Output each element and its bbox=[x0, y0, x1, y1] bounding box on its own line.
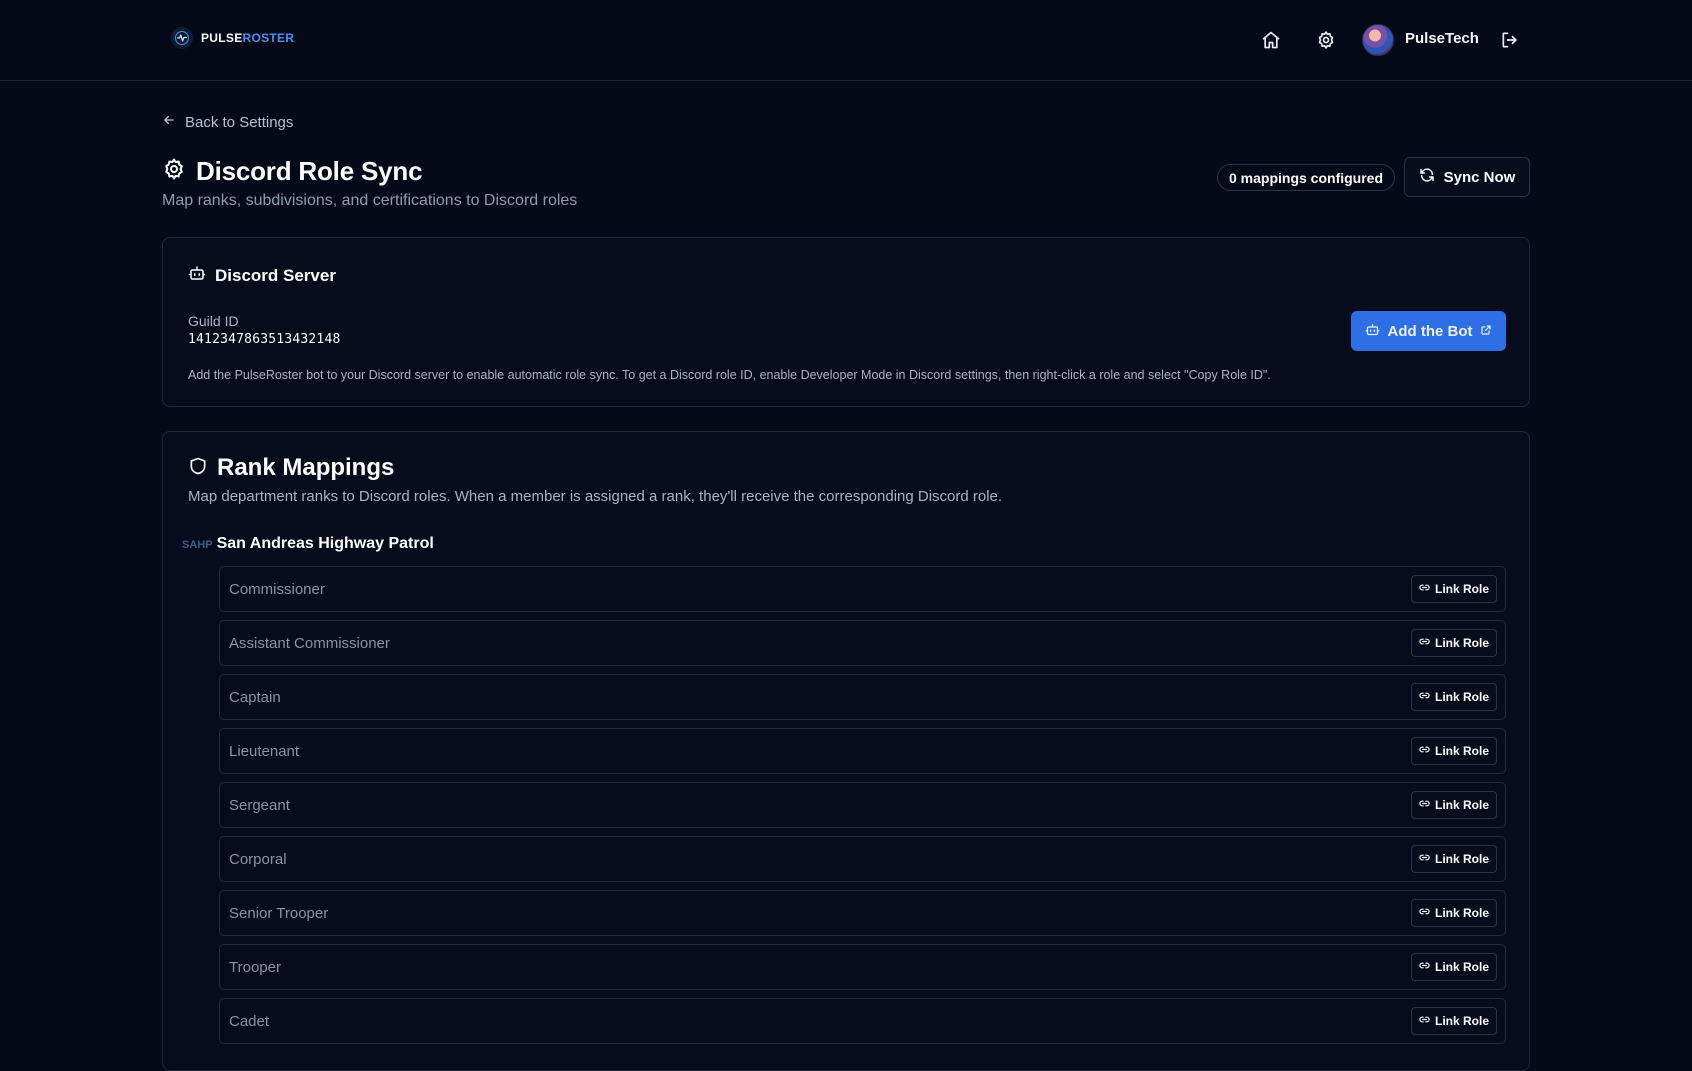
rank-row: Captain Link Role bbox=[219, 674, 1506, 720]
link-role-label: Link Role bbox=[1434, 1014, 1489, 1028]
rank-mappings-heading: Rank Mappings bbox=[188, 454, 394, 482]
home-icon[interactable] bbox=[1259, 28, 1283, 52]
back-label: Back to Settings bbox=[185, 113, 294, 131]
rank-name: Captain bbox=[229, 689, 281, 706]
rank-row: Sergeant Link Role bbox=[219, 782, 1506, 828]
guild-id-label: Guild ID bbox=[188, 313, 239, 329]
page-title: Discord Role Sync bbox=[196, 156, 423, 186]
link-icon bbox=[1419, 744, 1430, 758]
department-heading: SAHP San Andreas Highway Patrol bbox=[182, 535, 434, 553]
link-role-button[interactable]: Link Role bbox=[1411, 899, 1497, 927]
rank-row: Trooper Link Role bbox=[219, 944, 1506, 990]
link-role-label: Link Role bbox=[1434, 690, 1489, 704]
bot-help-text: Add the PulseRoster bot to your Discord … bbox=[188, 368, 1271, 382]
rank-row: Corporal Link Role bbox=[219, 836, 1506, 882]
link-role-button[interactable]: Link Role bbox=[1411, 791, 1497, 819]
page-title-row: Discord Role Sync bbox=[162, 156, 423, 187]
discord-server-title: Discord Server bbox=[215, 265, 336, 285]
link-role-label: Link Role bbox=[1434, 960, 1489, 974]
rank-name: Cadet bbox=[229, 1013, 270, 1030]
rank-name: Corporal bbox=[229, 851, 287, 868]
rank-row: Senior Trooper Link Role bbox=[219, 890, 1506, 936]
discord-server-card: Discord Server Guild ID 1412347863513432… bbox=[162, 237, 1530, 407]
bot-icon bbox=[1365, 322, 1380, 341]
arrow-left-icon bbox=[162, 113, 176, 131]
link-role-label: Link Role bbox=[1434, 852, 1489, 866]
link-icon bbox=[1419, 960, 1430, 974]
rank-name: Lieutenant bbox=[229, 743, 300, 760]
gear-icon bbox=[162, 157, 186, 186]
link-role-label: Link Role bbox=[1434, 744, 1489, 758]
link-icon bbox=[1419, 852, 1430, 866]
link-role-label: Link Role bbox=[1434, 906, 1489, 920]
link-role-button[interactable]: Link Role bbox=[1411, 953, 1497, 981]
rank-row: Lieutenant Link Role bbox=[219, 728, 1506, 774]
rank-name: Sergeant bbox=[229, 797, 290, 814]
link-role-label: Link Role bbox=[1434, 798, 1489, 812]
link-role-label: Link Role bbox=[1434, 582, 1489, 596]
rank-name: Commissioner bbox=[229, 581, 325, 598]
refresh-icon bbox=[1419, 167, 1435, 187]
external-link-icon bbox=[1480, 323, 1492, 340]
link-role-button[interactable]: Link Role bbox=[1411, 737, 1497, 765]
bot-icon bbox=[188, 264, 206, 287]
avatar[interactable] bbox=[1362, 24, 1394, 56]
rank-row: Cadet Link Role bbox=[219, 998, 1506, 1044]
link-icon bbox=[1419, 582, 1430, 596]
link-role-button[interactable]: Link Role bbox=[1411, 575, 1497, 603]
add-bot-label: Add the Bot bbox=[1387, 322, 1473, 340]
link-icon bbox=[1419, 636, 1430, 650]
gear-icon[interactable] bbox=[1314, 28, 1338, 52]
discord-server-heading: Discord Server bbox=[188, 264, 336, 287]
back-to-settings-link[interactable]: Back to Settings bbox=[162, 113, 293, 131]
sync-now-button[interactable]: Sync Now bbox=[1404, 157, 1530, 197]
link-role-button[interactable]: Link Role bbox=[1411, 845, 1497, 873]
link-icon bbox=[1419, 906, 1430, 920]
link-role-button[interactable]: Link Role bbox=[1411, 1007, 1497, 1035]
logo-text: PULSEROSTER bbox=[201, 31, 295, 45]
rank-name: Assistant Commissioner bbox=[229, 635, 390, 652]
rank-row: Assistant Commissioner Link Role bbox=[219, 620, 1506, 666]
link-role-button[interactable]: Link Role bbox=[1411, 629, 1497, 657]
add-bot-button[interactable]: Add the Bot bbox=[1351, 311, 1506, 351]
link-icon bbox=[1419, 690, 1430, 704]
guild-id-value: 1412347863513432148 bbox=[188, 332, 341, 347]
shield-icon bbox=[188, 456, 208, 481]
rank-mappings-card: Rank Mappings Map department ranks to Di… bbox=[162, 431, 1530, 1071]
rank-name: Senior Trooper bbox=[229, 905, 329, 922]
rank-name: Trooper bbox=[229, 959, 281, 976]
link-role-label: Link Role bbox=[1434, 636, 1489, 650]
username[interactable]: PulseTech bbox=[1405, 30, 1479, 47]
pulse-icon bbox=[171, 27, 193, 49]
department-abbr: SAHP bbox=[182, 539, 213, 551]
rank-row: Commissioner Link Role bbox=[219, 566, 1506, 612]
rank-mappings-description: Map department ranks to Discord roles. W… bbox=[188, 488, 1003, 505]
link-icon bbox=[1419, 1014, 1430, 1028]
app-logo[interactable]: PULSEROSTER bbox=[171, 27, 294, 49]
link-role-button[interactable]: Link Role bbox=[1411, 683, 1497, 711]
department-name: San Andreas Highway Patrol bbox=[216, 535, 434, 552]
status-badge: 0 mappings configured bbox=[1217, 164, 1396, 191]
link-icon bbox=[1419, 798, 1430, 812]
page-subtitle: Map ranks, subdivisions, and certificati… bbox=[162, 192, 578, 209]
rank-mappings-title: Rank Mappings bbox=[217, 454, 395, 481]
logout-icon[interactable] bbox=[1498, 28, 1522, 52]
top-nav: PULSEROSTER PulseTech bbox=[0, 0, 1692, 81]
sync-now-label: Sync Now bbox=[1443, 168, 1516, 186]
